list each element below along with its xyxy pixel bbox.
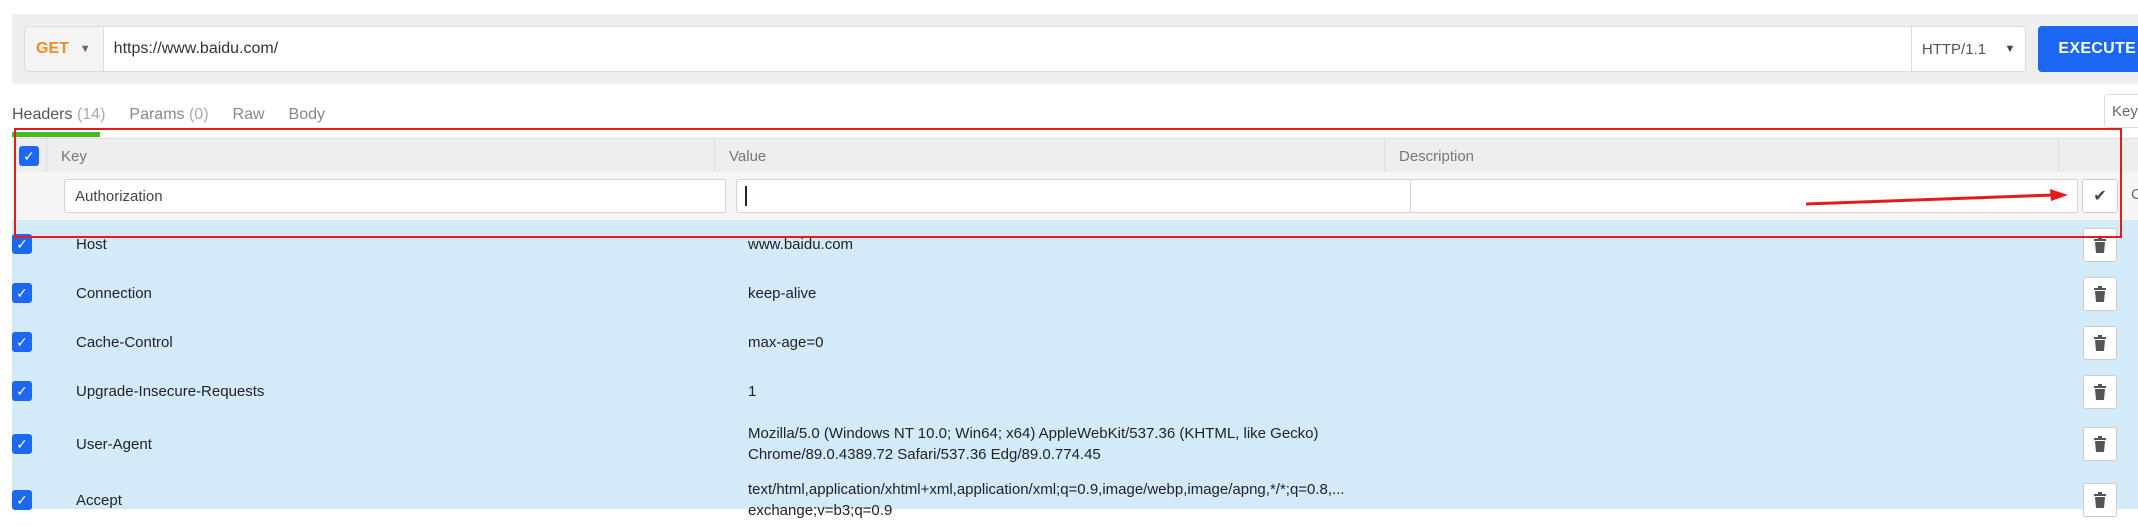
- delete-header-button[interactable]: [2083, 228, 2117, 262]
- delete-header-button[interactable]: [2083, 483, 2117, 517]
- clipped-edge-button[interactable]: C: [2131, 186, 2138, 203]
- request-tabs: Headers (14) Params (0) Raw Body: [12, 104, 349, 137]
- row-checkbox-cell: ✓: [12, 434, 32, 454]
- header-key: Upgrade-Insecure-Requests: [76, 383, 265, 400]
- delete-header-button[interactable]: [2083, 277, 2117, 311]
- url-input[interactable]: https://www.baidu.com/: [103, 26, 1912, 72]
- row-checkbox-cell: ✓: [12, 234, 32, 254]
- delete-header-button[interactable]: [2083, 326, 2117, 360]
- method-select[interactable]: GET ▼: [24, 26, 104, 72]
- tab-label: Body: [288, 106, 326, 123]
- new-header-value-input[interactable]: [736, 179, 1414, 213]
- row-checkbox[interactable]: ✓: [12, 381, 32, 401]
- header-key: Host: [76, 236, 107, 253]
- tab-headers[interactable]: Headers (14): [12, 104, 106, 137]
- select-all-checkbox[interactable]: ✓: [19, 146, 39, 166]
- row-checkbox-cell: ✓: [12, 283, 32, 303]
- row-checkbox[interactable]: ✓: [12, 490, 32, 510]
- header-value: keep-alive: [748, 285, 817, 302]
- header-value: max-age=0: [748, 334, 824, 351]
- key-filter-input[interactable]: Key: [2104, 94, 2138, 128]
- check-icon: ✔: [2093, 188, 2107, 205]
- new-header-key-input[interactable]: Authorization: [64, 179, 726, 213]
- header-key: User-Agent: [76, 436, 152, 453]
- trash-icon: [2094, 286, 2106, 302]
- tab-params[interactable]: Params (0): [129, 104, 208, 136]
- text-cursor: [745, 186, 747, 206]
- check-icon: ✓: [16, 333, 28, 350]
- header-value-line: text/html,application/xhtml+xml,applicat…: [748, 481, 1345, 498]
- check-icon: ✓: [16, 382, 28, 399]
- check-icon: ✓: [16, 284, 28, 301]
- tab-label: Params: [129, 106, 185, 123]
- header-value: Mozilla/5.0 (Windows NT 10.0; Win64; x64…: [748, 423, 1319, 465]
- header-key: Accept: [76, 492, 122, 509]
- table-row: ✓ Connection keep-alive: [12, 269, 2138, 318]
- execute-button[interactable]: EXECUTE: [2038, 26, 2138, 72]
- trash-icon: [2094, 492, 2106, 508]
- table-row: ✓ Accept text/html,application/xhtml+xml…: [12, 472, 2138, 532]
- trash-icon: [2094, 335, 2106, 351]
- trash-icon: [2094, 436, 2106, 452]
- column-value: Value: [714, 139, 1384, 173]
- request-bar: GET ▼ https://www.baidu.com/ HTTP/1.1 ▼ …: [12, 14, 2138, 84]
- table-row: ✓ User-Agent Mozilla/5.0 (Windows NT 10.…: [12, 416, 2138, 472]
- protocol-select[interactable]: HTTP/1.1 ▼: [1911, 26, 2027, 72]
- headers-table-header: ✓ Key Value Description: [12, 138, 2138, 174]
- row-checkbox[interactable]: ✓: [12, 332, 32, 352]
- header-value-line: exchange;v=b3;q=0.9: [748, 502, 893, 519]
- header-key: Connection: [76, 285, 152, 302]
- column-actions: [2058, 139, 2138, 173]
- header-value-line: Chrome/89.0.4389.72 Safari/537.36 Edg/89…: [748, 446, 1101, 463]
- headers-list: ✓ Host www.baidu.com ✓ Connection keep-a…: [12, 220, 2138, 519]
- caret-down-icon: ▼: [2004, 43, 2016, 55]
- row-checkbox[interactable]: ✓: [12, 234, 32, 254]
- check-icon: ✓: [16, 435, 28, 452]
- check-icon: ✓: [16, 491, 28, 508]
- delete-header-button[interactable]: [2083, 427, 2117, 461]
- row-checkbox[interactable]: ✓: [12, 283, 32, 303]
- header-value: text/html,application/xhtml+xml,applicat…: [748, 479, 1345, 521]
- header-value-line: Mozilla/5.0 (Windows NT 10.0; Win64; x64…: [748, 425, 1319, 442]
- row-checkbox-cell: ✓: [12, 381, 32, 401]
- row-checkbox[interactable]: ✓: [12, 434, 32, 454]
- check-icon: ✓: [16, 235, 28, 252]
- tab-label: Raw: [232, 106, 265, 123]
- confirm-header-button[interactable]: ✔: [2082, 179, 2118, 213]
- trash-icon: [2094, 384, 2106, 400]
- new-header-row: Authorization ✔: [12, 172, 2138, 220]
- header-value: 1: [748, 383, 757, 400]
- header-value: www.baidu.com: [748, 236, 854, 253]
- column-key: Key: [46, 139, 714, 173]
- new-header-description-input[interactable]: [1410, 179, 2078, 213]
- trash-icon: [2094, 237, 2106, 253]
- table-row: ✓ Cache-Control max-age=0: [12, 318, 2138, 367]
- tab-body[interactable]: Body: [289, 104, 325, 136]
- table-row: ✓ Upgrade-Insecure-Requests 1: [12, 367, 2138, 416]
- tab-count: (14): [76, 106, 106, 123]
- tab-label: Headers: [12, 106, 73, 123]
- delete-header-button[interactable]: [2083, 375, 2117, 409]
- row-checkbox-cell: ✓: [12, 490, 32, 510]
- header-key: Cache-Control: [76, 334, 173, 351]
- caret-down-icon: ▼: [79, 43, 91, 55]
- tab-count: (0): [188, 106, 209, 123]
- method-label: GET: [36, 40, 69, 57]
- row-checkbox-cell: ✓: [12, 332, 32, 352]
- protocol-label: HTTP/1.1: [1921, 40, 1987, 58]
- check-icon: ✓: [23, 147, 35, 164]
- select-all-cell: ✓: [12, 139, 46, 173]
- request-controls: GET ▼ https://www.baidu.com/ HTTP/1.1 ▼ …: [24, 26, 2138, 72]
- column-description: Description: [1384, 139, 2058, 173]
- tab-raw[interactable]: Raw: [233, 104, 265, 136]
- table-row: ✓ Host www.baidu.com: [12, 220, 2138, 269]
